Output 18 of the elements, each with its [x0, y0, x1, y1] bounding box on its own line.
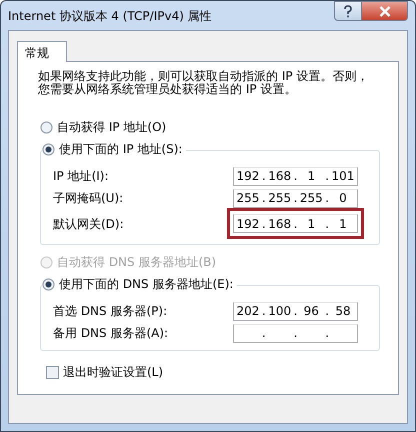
field-label: 备用 DNS 服务器(A): [53, 325, 170, 342]
ip-address-field[interactable]: 192 . 168 . 1 . 1 [233, 214, 358, 233]
checkbox-label: 退出时验证设置(L) [63, 364, 164, 381]
ip-address-field[interactable]: 192 . 168 . 1 . 101 [233, 166, 358, 186]
field-label: 默认网关(D): [53, 216, 125, 232]
ip-address-field[interactable]: 202 . 100 . 96 . 58 [233, 302, 358, 320]
radio-label: 自动获得 DNS 服务器地址(B) [57, 254, 216, 271]
window-title: Internet 协议版本 4 (TCP/IPv4) 属性 [8, 8, 212, 24]
field-label: 首选 DNS 服务器(P): [53, 303, 168, 320]
ip-address-field[interactable]: . . . [233, 324, 358, 342]
radio-label: 使用下面的 IP 地址(S): [59, 141, 182, 158]
description-text: 如果网络支持此功能，则可以获取自动指派的 IP 设置。否则，您需要从网络系统管理员处获得适当的 IP 设置。 [38, 70, 370, 96]
ip-address-field[interactable]: 255 . 255 . 255 . 0 [233, 188, 358, 208]
field-label: IP 地址(I): [53, 168, 110, 185]
field-label: 子网掩码(U): [53, 190, 124, 207]
radio-label: 自动获得 IP 地址(O) [57, 119, 166, 136]
tab[interactable]: 常规 [17, 41, 67, 62]
radio-label: 使用下面的 DNS 服务器地址(E): [59, 276, 234, 293]
